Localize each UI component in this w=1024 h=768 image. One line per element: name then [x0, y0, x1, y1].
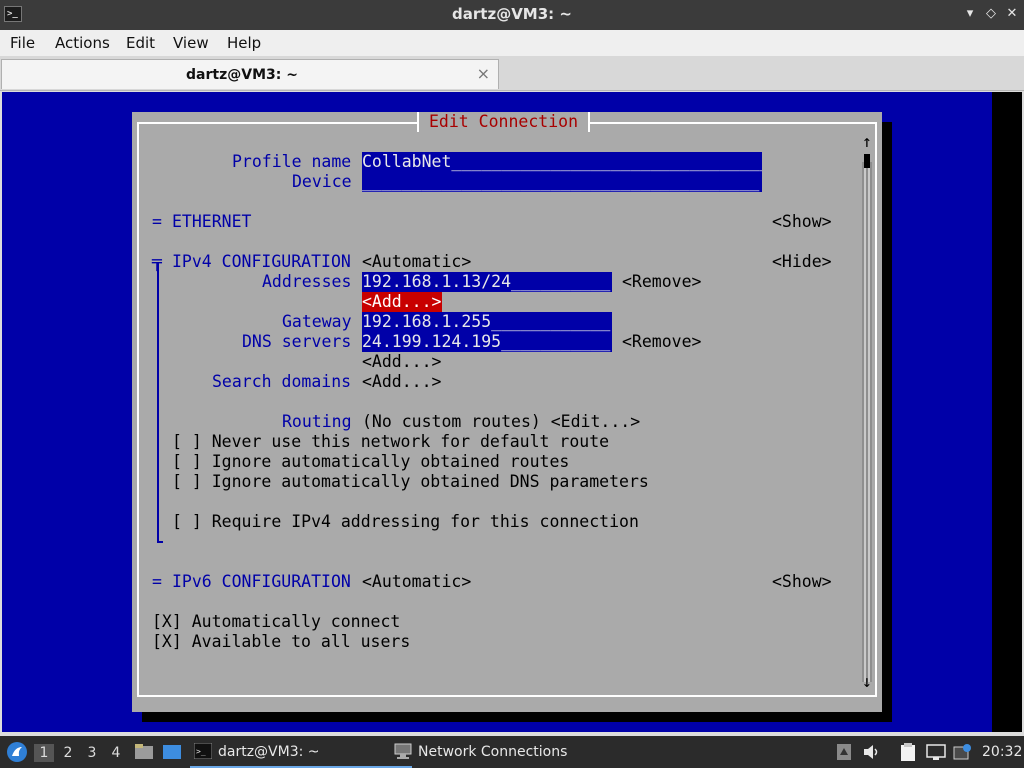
gateway-value: 192.168.1.255 [362, 312, 492, 331]
dns-servers-label: DNS servers [242, 332, 352, 351]
task-terminal[interactable]: >_ dartz@VM3: ~ [190, 738, 412, 768]
require-ipv4-checkbox[interactable]: [ ] Require IPv4 addressing for this con… [172, 512, 639, 532]
tab-close-icon[interactable]: × [477, 64, 490, 83]
show-desktop-launcher[interactable] [162, 736, 184, 768]
task-network-connections[interactable]: Network Connections [390, 738, 618, 766]
address-field[interactable]: 192.168.1.13/24__________ [362, 272, 612, 292]
desktop-2[interactable]: 2 [58, 744, 78, 762]
ethernet-marker: = [152, 212, 162, 231]
ipv6-mode-button[interactable]: <Automatic> [362, 572, 471, 592]
file-manager-launcher[interactable] [134, 736, 156, 768]
device-field[interactable]: ________________________________________ [362, 172, 762, 192]
ignore-routes-checkbox[interactable]: [ ] Ignore automatically obtained routes [172, 452, 569, 472]
menu-view[interactable]: View [173, 34, 209, 52]
tray-volume[interactable] [862, 736, 882, 768]
dialog-scrollbar-thumb[interactable] [864, 154, 870, 168]
clock[interactable]: 20:32 [982, 736, 1022, 768]
search-domains-label: Search domains [212, 372, 352, 391]
folder-icon [135, 744, 153, 759]
add-address-button[interactable]: <Add...> [362, 292, 442, 312]
address-value: 192.168.1.13/24 [362, 272, 512, 291]
tab-bar: dartz@VM3: ~ × [0, 56, 1024, 91]
close-icon[interactable]: ✕ [1004, 6, 1020, 22]
window-titlebar: >_ dartz@VM3: ~ ▾ ◇ ✕ [0, 0, 1024, 30]
remove-address-button[interactable]: <Remove> [622, 272, 701, 292]
tab-label: dartz@VM3: ~ [186, 67, 298, 83]
profile-name-field[interactable]: CollabNet_______________________________… [362, 152, 762, 172]
start-menu-button[interactable] [5, 736, 29, 768]
dialog-frame [137, 122, 877, 697]
menu-edit[interactable]: Edit [126, 34, 155, 52]
window-title: dartz@VM3: ~ [452, 5, 572, 23]
ipv4-mode-button[interactable]: <Automatic> [362, 252, 471, 272]
all-users-checkbox[interactable]: [X] Available to all users [152, 632, 410, 652]
never-default-route-checkbox[interactable]: [ ] Never use this network for default r… [172, 432, 609, 452]
task-network-label: Network Connections [418, 744, 568, 760]
remove-dns-button[interactable]: <Remove> [622, 332, 701, 352]
distro-logo-icon [7, 742, 27, 762]
device-label: Device [292, 172, 352, 191]
clipboard-icon [837, 744, 851, 760]
profile-name-value: CollabNet [362, 152, 452, 171]
task-terminal-label: dartz@VM3: ~ [218, 744, 320, 760]
auto-connect-checkbox[interactable]: [X] Automatically connect [152, 612, 400, 632]
ipv6-show-button[interactable]: <Show> [772, 572, 832, 592]
scroll-up-arrow-icon[interactable]: ↑ [862, 132, 872, 152]
dns-server-value: 24.199.124.195 [362, 332, 502, 351]
gateway-label: Gateway [282, 312, 352, 331]
menu-help[interactable]: Help [227, 34, 261, 52]
ipv4-section-bracket [157, 262, 159, 542]
edit-connection-dialog: Edit Connection Profile name CollabNet__… [132, 112, 882, 712]
volume-icon [864, 745, 878, 759]
terminal-right-strip [992, 92, 1022, 732]
add-dns-button[interactable]: <Add...> [362, 352, 441, 372]
minimize-icon[interactable]: ▾ [962, 6, 978, 22]
network-status-icon [926, 744, 946, 760]
notes-icon [901, 743, 915, 761]
ipv6-label: IPv6 CONFIGURATION [172, 572, 351, 591]
routing-label: Routing [282, 412, 352, 431]
tray-notes[interactable] [898, 736, 920, 768]
menu-file[interactable]: File [10, 34, 35, 52]
dns-server-field[interactable]: 24.199.124.195___________ [362, 332, 612, 352]
svg-text:>_: >_ [196, 747, 206, 756]
scroll-down-arrow-icon[interactable]: ↓ [862, 672, 872, 692]
ipv6-marker: = [152, 572, 162, 591]
desktop-icon [163, 745, 181, 759]
menu-bar: File Actions Edit View Help [0, 30, 1024, 56]
tray-clipboard[interactable] [836, 736, 856, 768]
updates-icon [953, 744, 971, 760]
restore-icon[interactable]: ◇ [983, 6, 999, 22]
add-search-domain-button[interactable]: <Add...> [362, 372, 441, 392]
routing-edit-button[interactable]: (No custom routes) <Edit...> [362, 412, 640, 432]
terminal-area[interactable]: Edit Connection Profile name CollabNet__… [2, 92, 1022, 732]
taskbar: 1 2 3 4 >_ dartz@VM3: ~ Network Connecti… [0, 736, 1024, 768]
desktop-4[interactable]: 4 [106, 744, 126, 762]
ethernet-show-button[interactable]: <Show> [772, 212, 832, 232]
terminal-tab[interactable]: dartz@VM3: ~ × [1, 59, 499, 89]
network-icon [394, 743, 412, 759]
gateway-field[interactable]: 192.168.1.255____________ [362, 312, 612, 332]
menu-actions[interactable]: Actions [55, 34, 110, 52]
ipv4-label: IPv4 CONFIGURATION [172, 252, 351, 271]
ipv4-hide-button[interactable]: <Hide> [772, 252, 832, 272]
desktop-1[interactable]: 1 [34, 744, 54, 762]
ethernet-label: ETHERNET [172, 212, 252, 231]
ignore-dns-checkbox[interactable]: [ ] Ignore automatically obtained DNS pa… [172, 472, 649, 492]
terminal-icon: >_ [194, 743, 212, 759]
dialog-title: Edit Connection [417, 112, 591, 132]
profile-name-label: Profile name [232, 152, 352, 171]
addresses-label: Addresses [262, 272, 352, 291]
ipv4-bracket-end [157, 541, 163, 543]
tray-updates[interactable] [952, 736, 974, 768]
desktop-3[interactable]: 3 [82, 744, 102, 762]
dialog-scrollbar-track[interactable] [862, 162, 872, 682]
tray-network[interactable] [926, 736, 948, 768]
